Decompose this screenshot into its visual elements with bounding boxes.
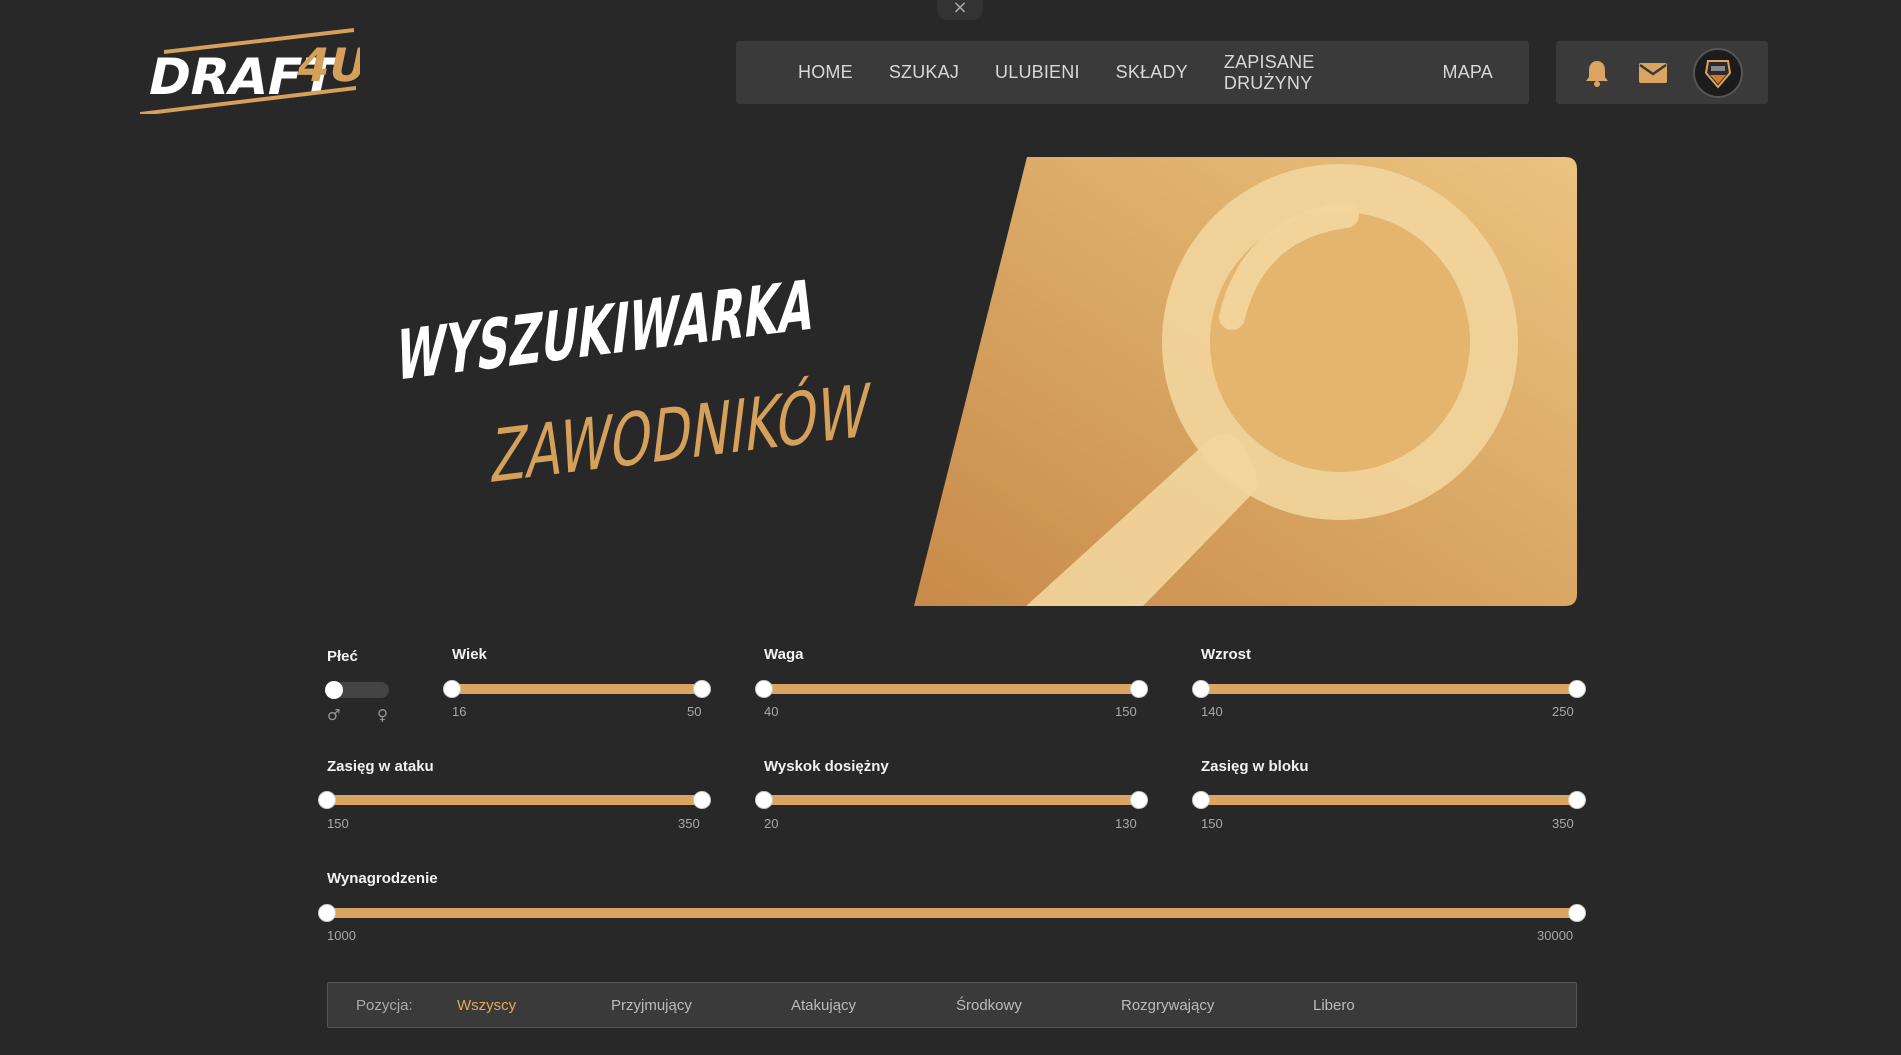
logo-accent-text: 4U: [292, 38, 360, 91]
block-reach-max-value: 350: [1552, 816, 1574, 831]
nav-saved-teams[interactable]: ZAPISANE DRUŻYNY: [1224, 52, 1407, 94]
salary-slider[interactable]: [318, 903, 1586, 923]
nav-search[interactable]: SZUKAJ: [889, 62, 959, 83]
jump-reach-slider-max-handle[interactable]: [1130, 791, 1148, 809]
position-label: Pozycja:: [356, 996, 413, 1014]
attack-reach-label: Zasięg w ataku: [327, 758, 434, 775]
age-slider-max-handle[interactable]: [693, 680, 711, 698]
nav-map[interactable]: MAPA: [1443, 62, 1493, 83]
team-crest-avatar[interactable]: [1693, 47, 1743, 98]
user-iconbar: [1556, 41, 1768, 104]
jump-reach-slider[interactable]: [755, 790, 1148, 810]
position-option-libero[interactable]: Libero: [1313, 997, 1355, 1014]
salary-min-value: 1000: [327, 928, 356, 943]
nav-squads[interactable]: SKŁADY: [1116, 62, 1188, 83]
age-min-value: 16: [452, 704, 467, 719]
attack-reach-slider-max-handle[interactable]: [693, 791, 711, 809]
weight-label: Waga: [764, 646, 804, 663]
attack-reach-slider[interactable]: [318, 790, 711, 810]
block-reach-label: Zasięg w bloku: [1201, 758, 1309, 775]
height-min-value: 140: [1201, 704, 1223, 719]
position-option-all[interactable]: Wszyscy: [457, 997, 516, 1014]
age-max-value: 50: [687, 704, 702, 719]
height-slider-min-handle[interactable]: [1192, 680, 1210, 698]
attack-reach-slider-min-handle[interactable]: [318, 791, 336, 809]
position-option-attacker[interactable]: Atakujący: [791, 997, 856, 1014]
jump-reach-max-value: 130: [1115, 816, 1137, 831]
main-navigation: HOME SZUKAJ ULUBIENI SKŁADY ZAPISANE DRU…: [736, 41, 1529, 104]
jump-reach-min-value: 20: [764, 816, 779, 831]
gender-toggle[interactable]: [325, 681, 389, 699]
weight-slider[interactable]: [755, 679, 1148, 699]
gender-label: Płeć: [327, 648, 358, 665]
attack-reach-min-value: 150: [327, 816, 349, 831]
block-reach-slider-track: [1201, 795, 1577, 805]
weight-min-value: 40: [764, 704, 779, 719]
weight-slider-min-handle[interactable]: [755, 680, 773, 698]
close-button[interactable]: ×: [937, 0, 983, 20]
height-max-value: 250: [1552, 704, 1574, 719]
age-slider[interactable]: [443, 679, 711, 699]
draft4u-logo[interactable]: DRAFT 4U: [136, 26, 360, 114]
block-reach-slider-max-handle[interactable]: [1568, 791, 1586, 809]
position-option-receiver[interactable]: Przyjmujący: [611, 997, 692, 1014]
jump-reach-slider-track: [764, 795, 1139, 805]
age-slider-track: [452, 684, 702, 694]
position-option-setter[interactable]: Rozgrywający: [1121, 997, 1214, 1014]
salary-slider-min-handle[interactable]: [318, 904, 336, 922]
hero-title-line1: WYSZUKIWARKA: [392, 265, 819, 397]
weight-slider-track: [764, 684, 1139, 694]
weight-slider-max-handle[interactable]: [1130, 680, 1148, 698]
attack-reach-slider-track: [327, 795, 702, 805]
height-slider-max-handle[interactable]: [1568, 680, 1586, 698]
jump-reach-label: Wyskok dosiężny: [764, 758, 889, 775]
height-slider-track: [1201, 684, 1577, 694]
female-symbol: ♀: [377, 706, 388, 724]
hero-title-line2: ZAWODNIKÓW: [487, 367, 875, 500]
attack-reach-max-value: 350: [678, 816, 700, 831]
block-reach-slider[interactable]: [1192, 790, 1586, 810]
salary-max-value: 30000: [1537, 928, 1574, 943]
salary-label: Wynagrodzenie: [327, 870, 438, 887]
male-symbol: ♂: [327, 706, 341, 724]
block-reach-min-value: 150: [1201, 816, 1223, 831]
envelope-icon[interactable]: [1637, 57, 1669, 89]
nav-favourites[interactable]: ULUBIENI: [995, 62, 1080, 83]
jump-reach-slider-min-handle[interactable]: [755, 791, 773, 809]
height-label: Wzrost: [1201, 646, 1251, 663]
age-slider-min-handle[interactable]: [443, 680, 461, 698]
gender-toggle-knob[interactable]: [325, 681, 343, 699]
nav-home[interactable]: HOME: [798, 62, 853, 83]
search-magnifier-illustration: [914, 157, 1577, 606]
salary-slider-max-handle[interactable]: [1568, 904, 1586, 922]
height-slider[interactable]: [1192, 679, 1586, 699]
bell-icon[interactable]: [1581, 57, 1613, 89]
position-filter-bar: Pozycja: Wszyscy Przyjmujący Atakujący Ś…: [327, 982, 1577, 1028]
block-reach-slider-min-handle[interactable]: [1192, 791, 1210, 809]
age-label: Wiek: [452, 646, 487, 663]
position-option-middle[interactable]: Środkowy: [956, 997, 1022, 1014]
salary-slider-track: [327, 908, 1577, 918]
weight-max-value: 150: [1115, 704, 1137, 719]
hero-title: WYSZUKIWARKA ZAWODNIKÓW: [392, 265, 875, 500]
